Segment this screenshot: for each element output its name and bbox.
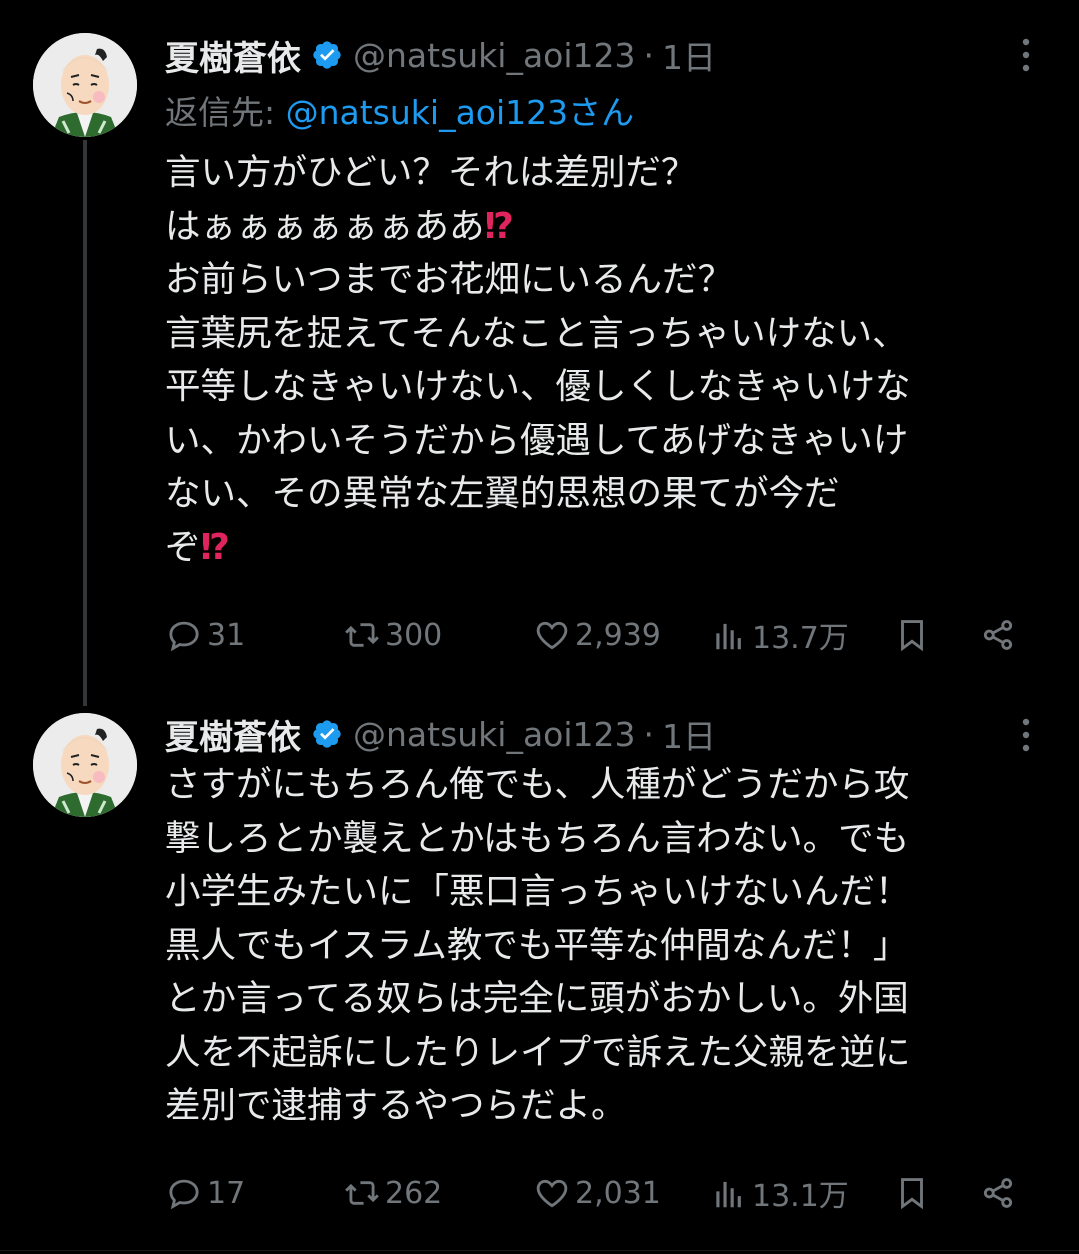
dot-separator: · [643,714,655,754]
view-count: 13.1万 [752,1179,849,1214]
share-icon [983,620,1013,650]
more-icon[interactable] [1014,713,1038,757]
action-bar: 17 262 2,031 13.1万 [165,1168,1045,1218]
post-text: さすがにもちろん俺でも、人種がどうだから攻 撃しろとか襲えとかはもちろん言わない… [165,758,1065,1133]
text-line: 言い方がひどい？それは差別だ？ [165,152,697,193]
handle[interactable]: @natsuki_aoi123 [353,36,636,75]
text-line: 人を不起訴にしたりレイプで訴えた父親を逆に [165,1031,911,1073]
post-text: 言い方がひどい？それは差別だ？ はぁぁぁぁぁぁああ⁉ お前らいつまでお花畑にいる… [165,146,1065,574]
repost-icon [345,1181,379,1205]
text-line: 差別で逮捕するやつらだよ。 [165,1085,627,1126]
reply-icon [169,621,199,652]
timestamp[interactable]: 1日 [662,31,716,79]
text-line: はぁぁぁぁぁぁああ⁉ [165,205,514,247]
reply-count: 31 [207,617,246,653]
share-button[interactable] [979,610,1017,660]
views-button[interactable]: 13.1万 [710,1168,849,1218]
text-line: い、かわいそうだから優遇してあげなきゃいけ [165,419,909,461]
verified-badge-icon[interactable] [311,718,343,750]
text-line: お前らいつまでお花畑にいるんだ？ [165,259,734,300]
repost-count: 262 [385,1175,443,1211]
view-count: 13.7万 [752,621,849,656]
reply-icon [169,1179,199,1210]
divider [0,1250,1079,1251]
action-bar: 31 300 2,939 13.7万 [165,610,1045,660]
like-count: 2,939 [575,617,661,653]
display-name[interactable]: 夏樹蒼依 [165,31,301,80]
text-line: ぞ⁉ [165,526,230,568]
bookmark-button[interactable] [893,1168,931,1218]
exclamation-question-emoji: ⁉ [200,526,230,568]
exclamation-question-emoji: ⁉ [484,205,514,247]
reply-to: 返信先: @natsuki_aoi123さん [165,86,634,134]
like-count: 2,031 [575,1175,661,1211]
avatar[interactable] [33,713,137,817]
verified-badge-icon[interactable] [311,39,343,71]
post-header: 夏樹蒼依 @natsuki_aoi123 · 1日 [165,31,716,80]
views-button[interactable]: 13.7万 [710,610,849,660]
handle[interactable]: @natsuki_aoi123 [353,715,636,754]
display-name[interactable]: 夏樹蒼依 [165,710,301,759]
bookmark-icon [901,620,923,652]
text-line: とか言ってる奴らは完全に頭がおかしい。外国 [165,978,909,1019]
bookmark-button[interactable] [893,610,931,660]
like-button[interactable]: 2,939 [533,610,661,660]
repost-button[interactable]: 262 [343,1168,442,1218]
dot-separator: · [643,35,655,75]
share-button[interactable] [979,1168,1017,1218]
like-button[interactable]: 2,031 [533,1168,661,1218]
text-line: 言葉尻を捉えてそんなこと言っちゃいけない、 [165,312,908,354]
reply-button[interactable]: 17 [165,1168,245,1218]
text-line: ない、その異常な左翼的思想の果てが今だ [165,473,840,514]
reply-count: 17 [207,1175,246,1211]
text-line: 小学生みたいに「悪口言っちゃいけないんだ！ [165,871,911,912]
repost-button[interactable]: 300 [343,610,442,660]
repost-icon [345,623,379,647]
more-icon[interactable] [1014,33,1038,77]
views-icon [716,1181,741,1208]
thread-connector-line [83,140,87,706]
text-line: 撃しろとか襲えとかはもちろん言わない。でも [165,817,910,859]
text-line: 平等しなきゃいけない、優しくしなきゃいけな [165,366,911,407]
share-icon [983,1178,1013,1208]
text-line: さすがにもちろん俺でも、人種がどうだから攻 [165,764,910,805]
avatar[interactable] [33,33,137,137]
post-header: 夏樹蒼依 @natsuki_aoi123 · 1日 [165,710,716,759]
like-icon [536,621,568,650]
reply-to-label: 返信先: [165,93,286,132]
text-line: 黒人でもイスラム教でも平等な仲間なんだ！」 [165,924,909,966]
timestamp[interactable]: 1日 [662,710,716,758]
views-icon [716,623,741,650]
reply-to-handle-link[interactable]: @natsuki_aoi123さん [286,93,635,132]
repost-count: 300 [385,617,443,653]
reply-button[interactable]: 31 [165,610,245,660]
like-icon [536,1179,568,1208]
bookmark-icon [901,1178,923,1210]
